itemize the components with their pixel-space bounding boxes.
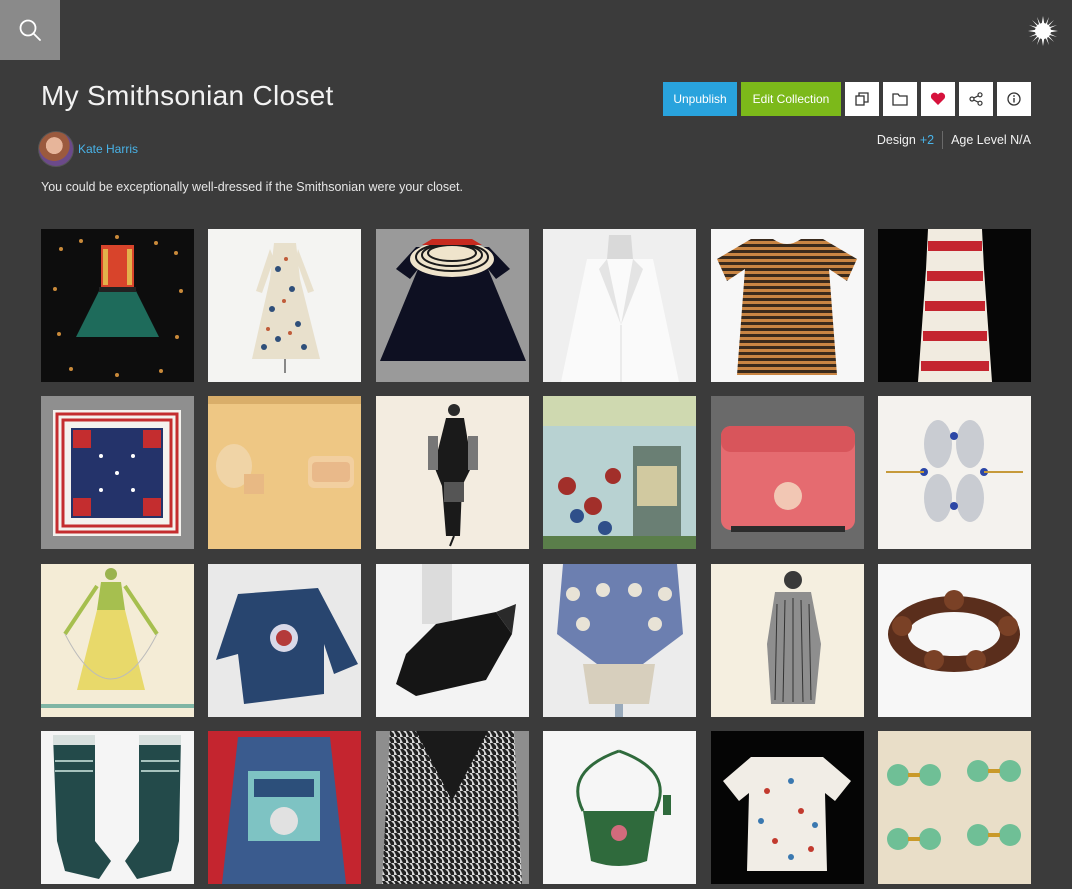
- item-knit-stockings[interactable]: [41, 730, 194, 884]
- item-silver-buckle-jewelry[interactable]: [877, 396, 1031, 550]
- item-tortoiseshell-bracelet[interactable]: [877, 563, 1031, 717]
- smithsonian-sunburst-icon[interactable]: [1028, 16, 1058, 46]
- item-ruffled-blue-garment[interactable]: [543, 563, 697, 717]
- search-button[interactable]: [0, 0, 60, 60]
- item-painted-denim-jacket[interactable]: [208, 730, 362, 884]
- subject-label: Design: [876, 133, 916, 147]
- share-button[interactable]: [959, 82, 993, 116]
- item-yellow-dress-illustration[interactable]: [41, 563, 194, 717]
- item-queen-hair-dressing-tin[interactable]: [710, 396, 864, 550]
- item-black-feather-shoe[interactable]: [375, 563, 529, 717]
- item-coat-sketch[interactable]: [710, 563, 864, 717]
- item-houndstooth-coat[interactable]: [375, 730, 529, 884]
- item-vintage-trade-card[interactable]: [543, 396, 697, 550]
- item-green-cufflinks[interactable]: [877, 730, 1031, 884]
- collection-meta: Design +2 Age Level N/A: [877, 131, 1031, 149]
- meta-divider: [942, 131, 944, 149]
- collection-title: My Smithsonian Closet: [41, 80, 334, 111]
- copy-button[interactable]: [845, 82, 879, 116]
- item-printed-shirt[interactable]: [710, 730, 864, 884]
- avatar[interactable]: [38, 131, 74, 167]
- item-fashion-sketch-black-coat[interactable]: [375, 396, 529, 550]
- subject-more-link[interactable]: +2: [920, 133, 934, 147]
- info-button[interactable]: [997, 82, 1031, 116]
- info-icon: [1007, 92, 1021, 106]
- item-green-beaded-purse[interactable]: [543, 730, 697, 884]
- copy-icon: [855, 92, 869, 106]
- search-icon: [19, 19, 41, 41]
- collection-actions: Unpublish Edit Collection: [663, 82, 1031, 116]
- author-name[interactable]: Kate Harris: [78, 142, 138, 156]
- folder-button[interactable]: [883, 82, 917, 116]
- item-soup-can-paper-dress[interactable]: [877, 229, 1031, 382]
- collection-grid: [41, 229, 1031, 884]
- item-black-dress-striped-collar[interactable]: [375, 229, 529, 382]
- heart-icon: [930, 92, 946, 105]
- item-red-green-dress[interactable]: [41, 229, 194, 382]
- age-level-label: Age Level N/A: [951, 133, 1031, 147]
- collection-description: You could be exceptionally well-dressed …: [41, 180, 463, 194]
- author: Kate Harris: [38, 131, 138, 167]
- folder-icon: [892, 93, 908, 106]
- unpublish-button[interactable]: Unpublish: [663, 82, 737, 116]
- item-striped-knit-dress[interactable]: [710, 229, 864, 382]
- share-icon: [969, 92, 983, 106]
- favorite-button[interactable]: [921, 82, 955, 116]
- item-white-jacket[interactable]: [543, 229, 697, 382]
- item-patriotic-scarf[interactable]: [41, 396, 194, 550]
- item-denim-jacket-patch[interactable]: [208, 563, 362, 717]
- edit-collection-button[interactable]: Edit Collection: [741, 82, 841, 116]
- item-hat-design-drawing[interactable]: [208, 396, 362, 550]
- item-floral-print-dress[interactable]: [208, 229, 362, 382]
